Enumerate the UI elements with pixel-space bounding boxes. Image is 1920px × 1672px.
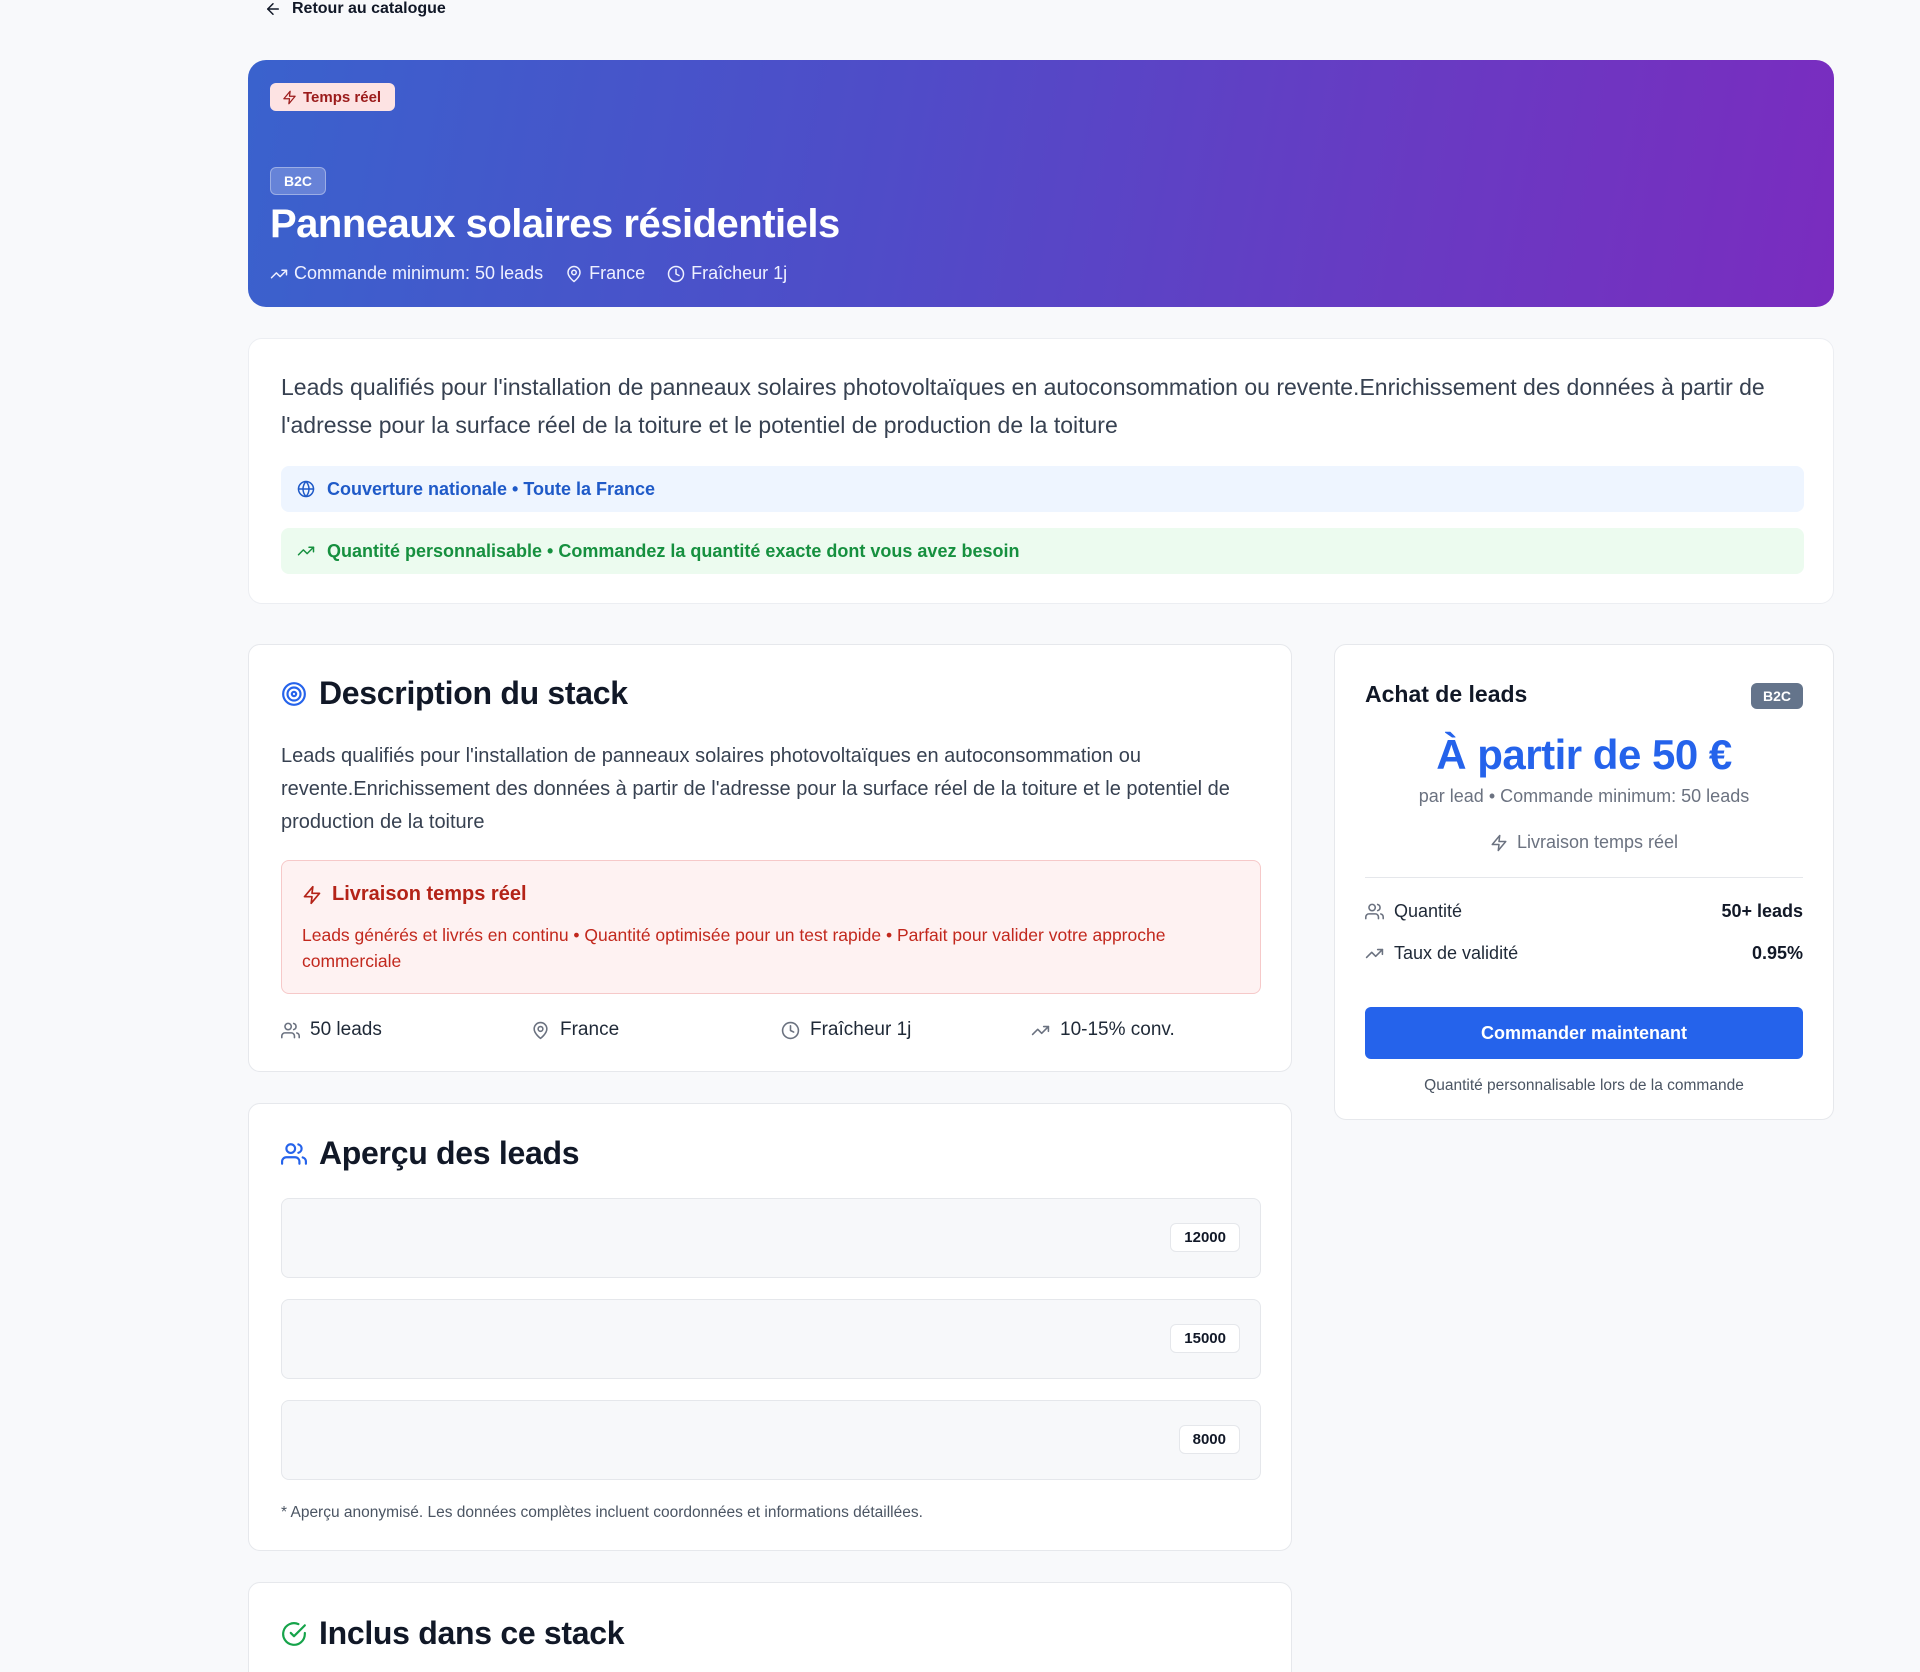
order-note: Quantité personnalisable lors de la comm… <box>1424 1077 1744 1094</box>
stack-description-card: Description du stack Leads qualifiés pou… <box>248 644 1292 1072</box>
realtime-badge: Temps réel <box>270 83 396 111</box>
coverage-text: Couverture nationale • Toute la France <box>327 478 656 499</box>
purchase-title: Achat de leads <box>1365 681 1528 707</box>
zap-icon <box>303 885 321 904</box>
page-title: Panneaux solaires résidentiels <box>270 202 840 246</box>
preview-disclaimer: * Aperçu anonymisé. Les données complète… <box>281 1504 923 1521</box>
target-icon <box>282 681 306 706</box>
lead-value-badge: 12000 <box>1170 1223 1240 1252</box>
hero-meta-freshness-text: Fraîcheur 1j <box>691 263 788 283</box>
included-card: Inclus dans ce stack <box>248 1582 1292 1672</box>
stat-conversion-value: 10-15% conv. <box>1060 1019 1175 1040</box>
stack-stats: 50 leads France Fraîcheur 1j 10-15% conv… <box>281 1016 1281 1044</box>
lead-preview-row: 8000 <box>281 1400 1261 1480</box>
price: À partir de 50 € <box>1436 731 1732 778</box>
stat-freshness: Fraîcheur 1j <box>781 1016 1031 1044</box>
clock-icon <box>781 1021 800 1039</box>
included-title: Inclus dans ce stack <box>319 1615 625 1651</box>
quantity-text: Quantité personnalisable • Commandez la … <box>327 540 1020 561</box>
quantity-value: 50+ leads <box>1721 900 1803 921</box>
realtime-delivery-title: Livraison temps réel <box>332 883 527 905</box>
trending-up-icon <box>270 269 288 278</box>
leads-preview-title: Aperçu des leads <box>319 1135 580 1171</box>
coverage-banner: Couverture nationale • Toute la France <box>281 466 1804 512</box>
price-subtext: par lead • Commande minimum: 50 leads <box>1418 786 1750 806</box>
stat-freshness-value: Fraîcheur 1j <box>810 1019 912 1040</box>
validity-label: Taux de validité <box>1394 942 1519 963</box>
users-icon <box>1365 903 1384 919</box>
realtime-delivery-box: Livraison temps réel Leads générés et li… <box>281 860 1261 994</box>
arrow-left-icon <box>267 3 279 15</box>
map-pin-icon <box>567 265 581 282</box>
trending-up-icon <box>1365 948 1384 958</box>
quantity-row: Quantité 50+ leads <box>1365 899 1803 923</box>
purchase-delivery-text: Livraison temps réel <box>1516 832 1679 852</box>
realtime-delivery-heading: Livraison temps réel <box>302 883 527 906</box>
hero-meta-minimum-text: Commande minimum: 50 leads <box>294 263 544 283</box>
hero-meta-location: France <box>565 263 645 284</box>
lead-value-badge: 15000 <box>1170 1324 1240 1353</box>
purchase-card: Achat de leads B2C À partir de 50 € par … <box>1334 644 1834 1120</box>
hero-banner: Temps réel B2C Panneaux solaires résiden… <box>248 60 1834 307</box>
purchase-divider <box>1365 877 1803 878</box>
hero-meta-minimum: Commande minimum: 50 leads <box>270 263 543 284</box>
lead-preview-row: 15000 <box>281 1299 1261 1379</box>
stat-conversion: 10-15% conv. <box>1031 1016 1281 1044</box>
globe-icon <box>297 480 315 498</box>
realtime-badge-label: Temps réel <box>303 88 382 106</box>
trending-up-icon <box>1031 1025 1050 1035</box>
quantity-banner: Quantité personnalisable • Commandez la … <box>281 528 1804 574</box>
zap-icon <box>1491 834 1507 851</box>
order-now-button[interactable]: Commander maintenant <box>1365 1007 1803 1059</box>
included-heading: Inclus dans ce stack <box>281 1615 625 1652</box>
stack-description-title: Description du stack <box>319 675 628 711</box>
back-link-label: Retour au catalogue <box>292 0 446 17</box>
hero-meta-freshness: Fraîcheur 1j <box>667 263 787 284</box>
quantity-label: Quantité <box>1394 900 1463 921</box>
realtime-delivery-text: Leads générés et livrés en continu • Qua… <box>302 925 1166 971</box>
hero-meta: Commande minimum: 50 leads France Fraîch… <box>270 263 787 284</box>
back-to-catalog-link[interactable]: Retour au catalogue <box>264 0 446 18</box>
clock-icon <box>667 265 685 282</box>
validity-row: Taux de validité 0.95% <box>1365 941 1803 965</box>
leads-preview-card: Aperçu des leads 12000 15000 8000 * Aper… <box>248 1103 1292 1551</box>
stat-location: France <box>531 1016 781 1044</box>
leads-preview-heading: Aperçu des leads <box>281 1135 580 1172</box>
stack-description-heading: Description du stack <box>281 675 628 712</box>
summary-description: Leads qualifiés pour l'installation de p… <box>281 374 1765 438</box>
purchase-delivery: Livraison temps réel <box>1335 832 1833 853</box>
lead-value-badge: 8000 <box>1178 1425 1240 1454</box>
users-icon <box>281 1142 307 1165</box>
hero-meta-location-text: France <box>589 263 646 283</box>
zap-icon <box>283 90 296 104</box>
stat-leads: 50 leads <box>281 1016 531 1044</box>
check-circle-icon <box>282 1621 306 1646</box>
lead-preview-row: 12000 <box>281 1198 1261 1278</box>
stat-leads-value: 50 leads <box>310 1019 382 1040</box>
stat-location-value: France <box>560 1019 620 1040</box>
summary-card: Leads qualifiés pour l'installation de p… <box>248 338 1834 604</box>
users-icon <box>281 1022 300 1038</box>
stack-description-text: Leads qualifiés pour l'installation de p… <box>281 745 1230 833</box>
validity-value: 0.95% <box>1751 942 1803 963</box>
map-pin-icon <box>533 1021 548 1039</box>
purchase-category-badge: B2C <box>1750 683 1803 709</box>
trending-up-icon <box>297 546 315 556</box>
category-badge: B2C <box>270 167 327 195</box>
